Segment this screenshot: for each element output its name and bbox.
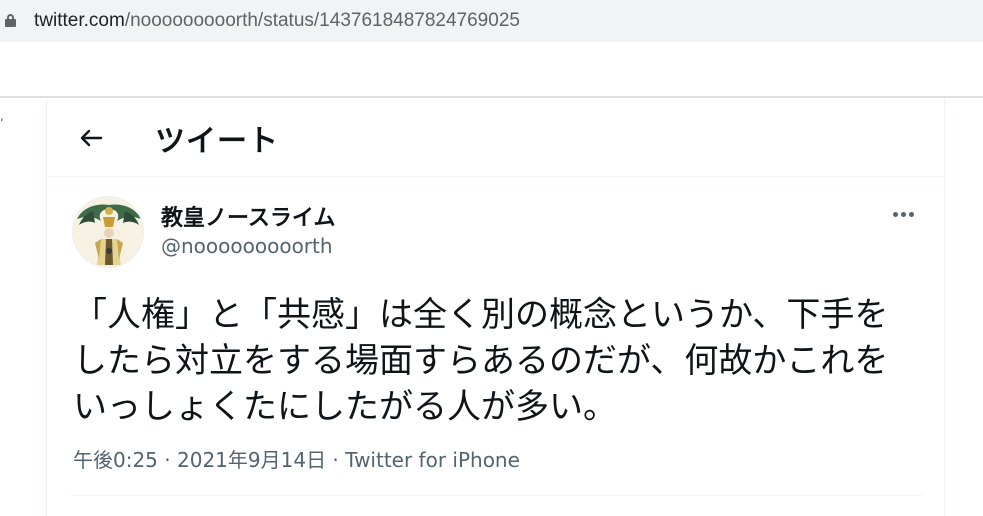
browser-url-bar[interactable]: twitter.com/nooooooooorth/status/1437618… <box>0 0 983 42</box>
address-field[interactable]: twitter.com/nooooooooorth/status/1437618… <box>34 10 520 32</box>
meta-separator: · <box>157 448 177 472</box>
user-handle[interactable]: @nooooooooorth <box>161 234 333 258</box>
tweet-text-line: 「人権」と「共感」は全く別の概念というか、下手を <box>73 295 889 335</box>
avatar-illustration <box>73 197 143 267</box>
back-button[interactable] <box>71 120 113 156</box>
meta-separator: · <box>326 448 346 472</box>
tweet-divider <box>71 495 922 496</box>
tweet-source-link[interactable]: Twitter for iPhone <box>345 448 520 472</box>
browser-content-top <box>0 42 983 96</box>
tweet-date[interactable]: 2021年9月14日 <box>177 448 326 472</box>
display-name[interactable]: 教皇ノースライム <box>161 200 335 232</box>
tweet-text: 「人権」と「共感」は全く別の概念というか、下手を したら対立をする場面すらあるの… <box>73 292 933 430</box>
arrow-left-icon <box>80 129 103 147</box>
more-options-button[interactable] <box>887 202 923 226</box>
url-path: /nooooooooorth/status/143761848782476902… <box>124 10 520 31</box>
avatar[interactable] <box>72 196 144 268</box>
tweet-text-line: したら対立をする場面すらあるのだが、何故かこれを <box>73 341 889 381</box>
lock-icon[interactable] <box>5 14 16 27</box>
more-dot <box>901 212 906 217</box>
more-dot <box>909 212 914 217</box>
tweet-text-line: いっしょくたにしたがる人が多い。 <box>73 387 617 427</box>
tweet-metadata: 午後0:25 · 2021年9月14日 · Twitter for iPhone <box>73 444 520 473</box>
tweet-header: ツイート <box>47 98 944 177</box>
url-domain: twitter.com <box>34 10 125 31</box>
left-edge-mark: ‘ <box>0 116 4 130</box>
page-title: ツイート <box>155 124 279 159</box>
tweet-column: ツイート 教皇ノースライム @nooooooooorth 「人権」と「共感」は全… <box>46 98 945 516</box>
tweet-time[interactable]: 午後0:25 <box>73 448 158 472</box>
more-dots-icon <box>893 212 898 217</box>
